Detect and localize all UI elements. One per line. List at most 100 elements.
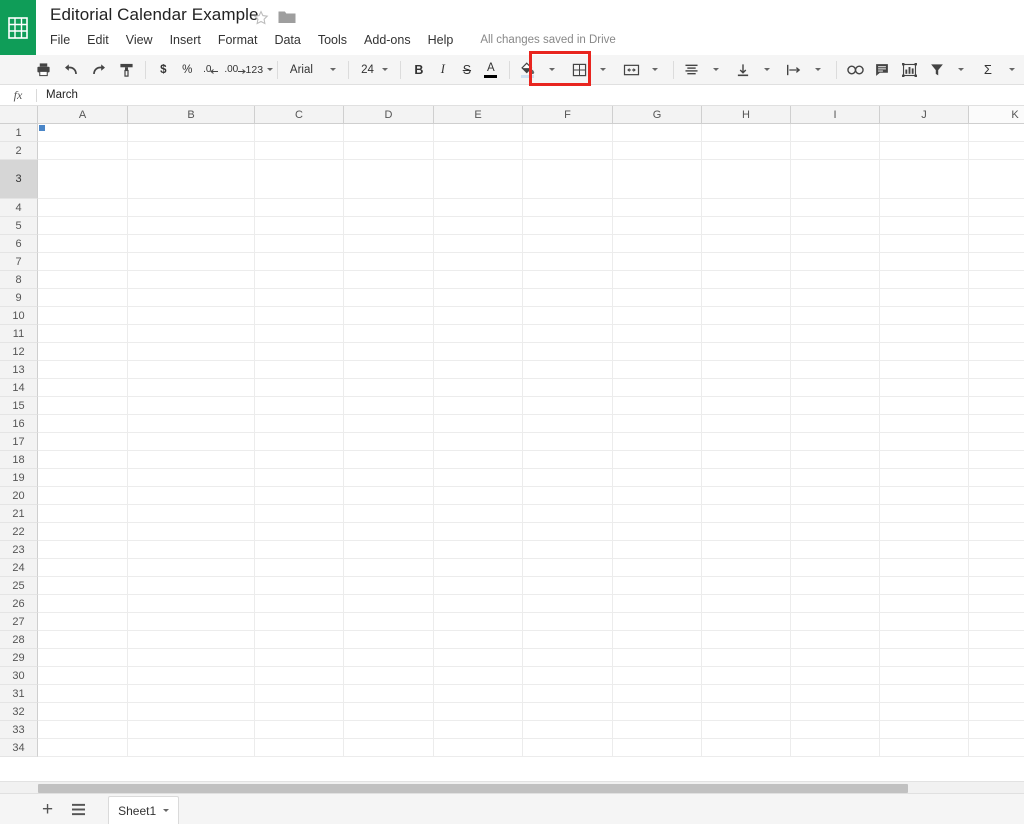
functions-dropdown[interactable]	[1000, 58, 1024, 82]
row-header-8[interactable]: 8	[0, 271, 38, 289]
row-header-11[interactable]: 11	[0, 325, 38, 343]
chevron-down-icon[interactable]	[163, 809, 169, 812]
row-header-15[interactable]: 15	[0, 397, 38, 415]
row-header-16[interactable]: 16	[0, 415, 38, 433]
undo-button[interactable]	[59, 58, 83, 82]
row-header-13[interactable]: 13	[0, 361, 38, 379]
all-sheets-button[interactable]	[71, 803, 86, 816]
row-header-28[interactable]: 28	[0, 631, 38, 649]
add-sheet-button[interactable]: +	[42, 800, 53, 819]
text-wrapping-button[interactable]	[782, 58, 806, 82]
row-header-19[interactable]: 19	[0, 469, 38, 487]
menu-view[interactable]: View	[126, 33, 153, 47]
star-icon[interactable]	[253, 10, 269, 26]
sheets-logo[interactable]	[0, 0, 36, 55]
paint-format-button[interactable]	[115, 58, 139, 82]
horizontal-align-button[interactable]	[680, 58, 704, 82]
menu-tools[interactable]: Tools	[318, 33, 347, 47]
fill-handle[interactable]	[38, 124, 46, 132]
fill-color-dropdown[interactable]	[540, 58, 564, 82]
insert-comment-button[interactable]	[870, 58, 894, 82]
sheet-tab-sheet1[interactable]: Sheet1	[108, 796, 179, 824]
horizontal-scrollbar-thumb[interactable]	[38, 784, 908, 793]
column-header-a[interactable]: A	[38, 106, 128, 124]
row-header-34[interactable]: 34	[0, 739, 38, 757]
decrease-decimal-button[interactable]: .0	[199, 58, 223, 82]
redo-button[interactable]	[87, 58, 111, 82]
menu-format[interactable]: Format	[218, 33, 258, 47]
row-header-12[interactable]: 12	[0, 343, 38, 361]
document-title[interactable]: Editorial Calendar Example	[50, 5, 259, 25]
row-header-31[interactable]: 31	[0, 685, 38, 703]
column-header-g[interactable]: G	[613, 106, 702, 124]
vertical-align-button[interactable]	[731, 58, 755, 82]
row-header-30[interactable]: 30	[0, 667, 38, 685]
italic-button[interactable]: I	[431, 58, 455, 82]
borders-button[interactable]	[567, 58, 591, 82]
menu-edit[interactable]: Edit	[87, 33, 109, 47]
row-header-9[interactable]: 9	[0, 289, 38, 307]
font-family-select[interactable]: Arial	[284, 59, 343, 81]
horizontal-align-dropdown[interactable]	[704, 58, 728, 82]
merge-cells-button[interactable]	[619, 58, 643, 82]
formula-input[interactable]: March	[37, 89, 1024, 101]
row-header-3[interactable]: 3	[0, 160, 38, 199]
insert-chart-button[interactable]	[897, 58, 921, 82]
row-header-20[interactable]: 20	[0, 487, 38, 505]
percent-button[interactable]: %	[175, 58, 199, 82]
row-header-32[interactable]: 32	[0, 703, 38, 721]
horizontal-scrollbar[interactable]	[0, 781, 1024, 793]
menu-insert[interactable]: Insert	[170, 33, 201, 47]
filter-button[interactable]	[925, 58, 949, 82]
row-header-23[interactable]: 23	[0, 541, 38, 559]
column-header-f[interactable]: F	[523, 106, 613, 124]
menu-help[interactable]: Help	[428, 33, 454, 47]
row-header-24[interactable]: 24	[0, 559, 38, 577]
column-header-c[interactable]: C	[255, 106, 344, 124]
menu-addons[interactable]: Add-ons	[364, 33, 411, 47]
row-header-4[interactable]: 4	[0, 199, 38, 217]
text-color-button[interactable]: A	[479, 58, 503, 82]
vertical-align-dropdown[interactable]	[755, 58, 779, 82]
select-all-corner[interactable]	[0, 106, 38, 124]
row-header-18[interactable]: 18	[0, 451, 38, 469]
spreadsheet-grid[interactable]: ABCDEFGHIJK 1234567891011121314151617181…	[0, 106, 1024, 781]
row-header-29[interactable]: 29	[0, 649, 38, 667]
increase-decimal-button[interactable]: .00	[223, 58, 247, 82]
strikethrough-button[interactable]: S	[455, 58, 479, 82]
print-button[interactable]	[31, 58, 55, 82]
row-header-17[interactable]: 17	[0, 433, 38, 451]
column-header-e[interactable]: E	[434, 106, 523, 124]
folder-icon[interactable]	[278, 9, 296, 25]
more-formats-button[interactable]: 123	[247, 58, 271, 82]
row-header-22[interactable]: 22	[0, 523, 38, 541]
column-header-j[interactable]: J	[880, 106, 969, 124]
menu-file[interactable]: File	[50, 33, 70, 47]
column-header-h[interactable]: H	[702, 106, 791, 124]
row-header-2[interactable]: 2	[0, 142, 38, 160]
row-header-26[interactable]: 26	[0, 595, 38, 613]
row-header-33[interactable]: 33	[0, 721, 38, 739]
currency-button[interactable]: $	[151, 58, 175, 82]
merge-cells-dropdown[interactable]	[643, 58, 667, 82]
text-wrapping-dropdown[interactable]	[806, 58, 830, 82]
functions-button[interactable]: Σ	[976, 58, 1000, 82]
fill-color-button[interactable]	[516, 58, 540, 82]
column-header-i[interactable]: I	[791, 106, 880, 124]
row-header-25[interactable]: 25	[0, 577, 38, 595]
column-header-b[interactable]: B	[128, 106, 255, 124]
bold-button[interactable]: B	[407, 58, 431, 82]
row-header-6[interactable]: 6	[0, 235, 38, 253]
column-header-k[interactable]: K	[969, 106, 1024, 124]
row-header-27[interactable]: 27	[0, 613, 38, 631]
menu-data[interactable]: Data	[274, 33, 300, 47]
column-header-d[interactable]: D	[344, 106, 434, 124]
borders-dropdown[interactable]	[591, 58, 615, 82]
font-size-select[interactable]: 24	[355, 59, 394, 81]
row-header-14[interactable]: 14	[0, 379, 38, 397]
row-header-10[interactable]: 10	[0, 307, 38, 325]
row-header-21[interactable]: 21	[0, 505, 38, 523]
row-header-7[interactable]: 7	[0, 253, 38, 271]
filter-dropdown[interactable]	[949, 58, 973, 82]
row-header-5[interactable]: 5	[0, 217, 38, 235]
